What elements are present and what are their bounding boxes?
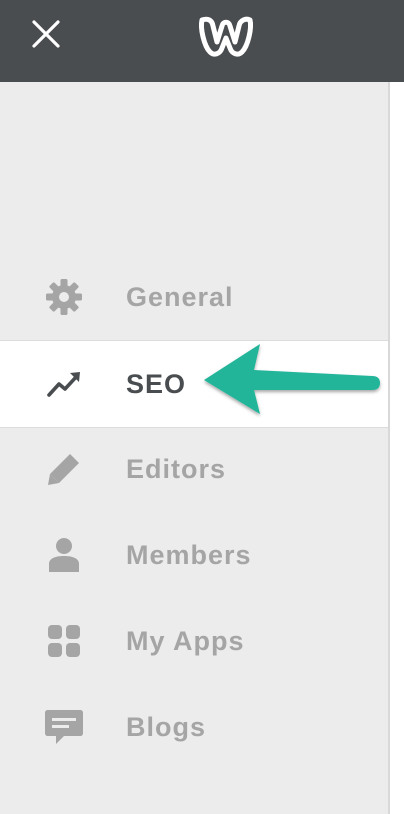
sidebar-item-label: Editors (126, 453, 227, 484)
comment-icon (42, 705, 86, 749)
sidebar-item-label: Blogs (126, 711, 207, 742)
sidebar-item-editors[interactable]: Editors (0, 426, 388, 512)
pencil-icon (42, 447, 86, 491)
sidebar-item-label: My Apps (126, 625, 245, 656)
sidebar-item-members[interactable]: Members (0, 512, 388, 598)
sidebar-item-blogs[interactable]: Blogs (0, 684, 388, 770)
sidebar-item-general[interactable]: General (0, 254, 388, 340)
apps-grid-icon (42, 619, 86, 663)
sidebar-item-seo[interactable]: SEO (0, 340, 388, 428)
sidebar-item-label: General (126, 281, 234, 312)
content-edge (390, 82, 404, 814)
close-button[interactable] (24, 14, 68, 54)
trending-up-icon (42, 362, 86, 406)
close-icon (32, 20, 60, 48)
sidebar-item-my-apps[interactable]: My Apps (0, 598, 388, 684)
sidebar-item-label: Members (126, 539, 252, 570)
person-icon (42, 533, 86, 577)
top-bar (0, 0, 404, 82)
weebly-logo-icon[interactable] (196, 12, 256, 58)
gear-icon (42, 275, 86, 319)
sidebar-item-label: SEO (126, 368, 187, 399)
